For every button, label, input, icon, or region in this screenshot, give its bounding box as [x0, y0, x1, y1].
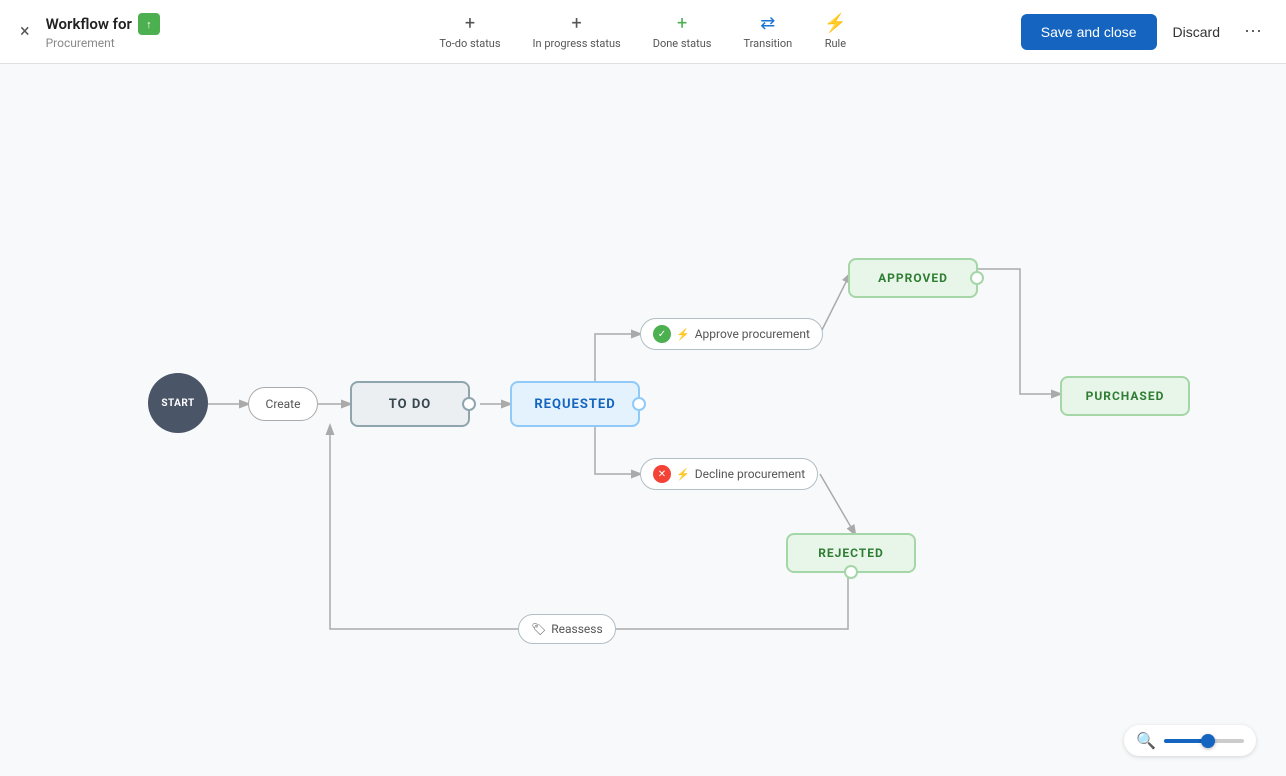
zoom-slider[interactable] — [1164, 739, 1244, 743]
requested-right-handle — [632, 397, 646, 411]
toolbar-rule-label: Rule — [825, 37, 846, 50]
toolbar-done-status[interactable]: + Done status — [653, 13, 712, 50]
rejected-bottom-handle — [844, 565, 858, 579]
toolbar-done-label: Done status — [653, 37, 712, 50]
upload-icon: ↑ — [138, 13, 160, 35]
approve-check-icon: ✓ — [653, 325, 671, 343]
purchased-node[interactable]: PURCHASED — [1060, 376, 1190, 416]
workflow-title-block: Workflow for ↑ Procurement — [46, 13, 160, 50]
toolbar-center: + To-do status + In progress status + Do… — [439, 13, 846, 50]
decline-transition-label: Decline procurement — [695, 467, 806, 481]
approved-right-handle — [970, 271, 984, 285]
plus-icon-todo: + — [465, 13, 475, 34]
create-label: Create — [266, 397, 301, 411]
header: × Workflow for ↑ Procurement + To-do sta… — [0, 0, 1286, 64]
start-label: START — [161, 398, 194, 409]
toolbar-inprogress-status[interactable]: + In progress status — [533, 13, 621, 50]
approve-transition-label: Approve procurement — [695, 327, 810, 341]
plus-icon-done: + — [677, 13, 687, 34]
todo-node[interactable]: TO DO — [350, 381, 470, 427]
transition-icon: ⇄ — [760, 13, 775, 34]
reassess-icon: 🏷 — [531, 622, 546, 636]
workflow-canvas: START Create TO DO REQUESTED ✓ ⚡ Approve… — [0, 64, 1286, 776]
approve-bolt-icon: ⚡ — [676, 328, 690, 341]
requested-label: REQUESTED — [534, 397, 615, 412]
toolbar-transition-label: Transition — [743, 37, 792, 50]
decline-bolt-icon: ⚡ — [676, 468, 690, 481]
requested-node[interactable]: REQUESTED — [510, 381, 640, 427]
rule-icon: ⚡ — [824, 13, 846, 34]
toolbar-todo-status[interactable]: + To-do status — [439, 13, 500, 50]
zoom-out-icon[interactable]: 🔍 — [1136, 731, 1156, 750]
decline-transition-node[interactable]: ✕ ⚡ Decline procurement — [640, 458, 818, 490]
toolbar-transition[interactable]: ⇄ Transition — [743, 13, 792, 50]
workflow-title-main: Workflow for ↑ — [46, 13, 160, 35]
approve-transition-node[interactable]: ✓ ⚡ Approve procurement — [640, 318, 823, 350]
plus-icon-inprogress: + — [572, 13, 582, 34]
rejected-node[interactable]: REJECTED — [786, 533, 916, 573]
more-options-button[interactable]: ⋯ — [1236, 17, 1270, 46]
approved-node[interactable]: APPROVED — [848, 258, 978, 298]
toolbar-rule[interactable]: ⚡ Rule — [824, 13, 846, 50]
workflow-subtitle: Procurement — [46, 36, 160, 50]
purchased-label: PURCHASED — [1086, 389, 1165, 403]
zoom-control: 🔍 — [1124, 725, 1256, 756]
header-right: Save and close Discard ⋯ — [1021, 14, 1270, 50]
zoom-thumb[interactable] — [1201, 734, 1215, 748]
todo-label: TO DO — [389, 397, 431, 412]
reassess-label: Reassess — [551, 622, 602, 636]
toolbar-todo-label: To-do status — [439, 37, 500, 50]
rejected-label: REJECTED — [818, 546, 884, 560]
decline-x-icon: ✕ — [653, 465, 671, 483]
header-left: × Workflow for ↑ Procurement — [16, 13, 216, 50]
workflow-title-text: Workflow for — [46, 15, 132, 33]
create-node[interactable]: Create — [248, 387, 318, 421]
close-button[interactable]: × — [16, 17, 34, 46]
reassess-transition-node[interactable]: 🏷 Reassess — [518, 614, 616, 644]
start-node[interactable]: START — [148, 373, 208, 433]
discard-button[interactable]: Discard — [1165, 14, 1228, 50]
todo-right-handle — [462, 397, 476, 411]
toolbar-inprogress-label: In progress status — [533, 37, 621, 50]
approved-label: APPROVED — [878, 271, 948, 285]
save-close-button[interactable]: Save and close — [1021, 14, 1157, 50]
